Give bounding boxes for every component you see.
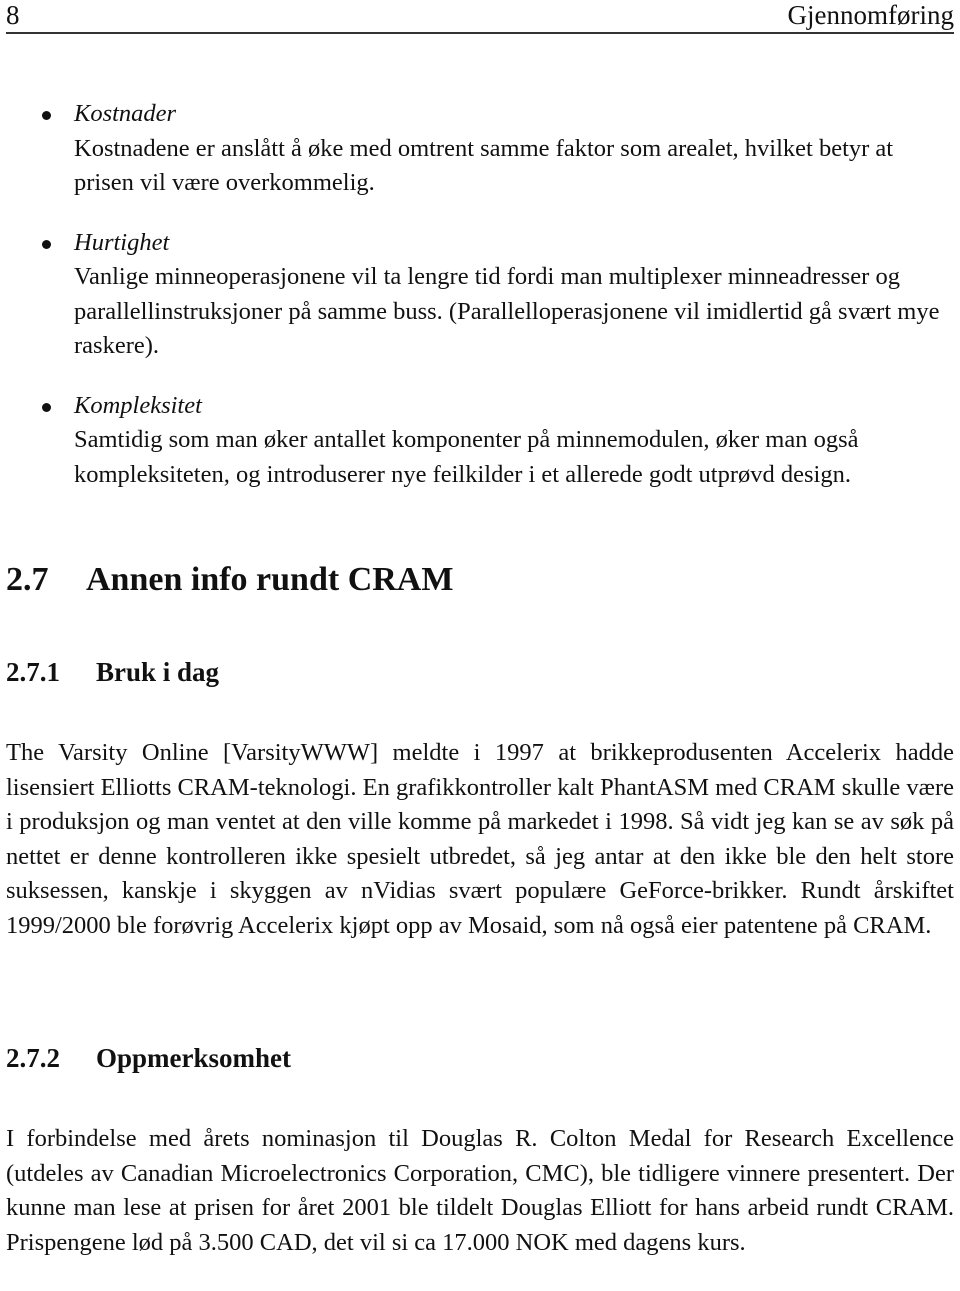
list-item: Kompleksitet Samtidig som man øker antal… <box>6 389 954 493</box>
subsection-heading: 2.7.2 Oppmerksomhet <box>6 1042 291 1074</box>
list-item-term: Kostnader <box>74 100 177 127</box>
subsection-title: Oppmerksomhet <box>96 1043 291 1073</box>
list-item-text: Kostnadene er anslått å øke med omtrent … <box>74 134 894 197</box>
running-header: 8 Gjennomføring <box>6 0 954 34</box>
list-item-text: Samtidig som man øker antallet komponent… <box>74 426 859 488</box>
section-number: 2.7 <box>6 561 49 598</box>
subsection-number: 2.7.2 <box>6 1043 60 1073</box>
bullet-icon <box>42 111 51 120</box>
subsection-heading: 2.7.1 Bruk i dag <box>6 656 219 688</box>
list-item-text: Vanlige minneoperasjonene vil ta lengre … <box>74 263 940 359</box>
chapter-title: Gjennomføring <box>787 0 954 30</box>
section-title: Annen info rundt CRAM <box>86 561 454 598</box>
list-item-term: Kompleksitet <box>74 391 202 419</box>
bullet-list: Kostnader Kostnadene er anslått å øke me… <box>6 97 954 517</box>
bullet-icon <box>42 402 51 412</box>
section-heading: 2.7 Annen info rundt CRAM <box>6 560 453 600</box>
body-paragraph: The Varsity Online [VarsityWWW] meldte i… <box>6 739 954 939</box>
list-item: Hurtighet Vanlige minneoperasjonene vil … <box>6 226 954 364</box>
body-paragraph: I forbindelse med årets nominasjon til D… <box>6 1125 954 1256</box>
bullet-icon <box>42 239 51 249</box>
list-item: Kostnader Kostnadene er anslått å øke me… <box>6 97 954 201</box>
subsection-number: 2.7.1 <box>6 657 60 687</box>
subsection-title: Bruk i dag <box>96 657 220 687</box>
list-item-term: Hurtighet <box>74 228 170 256</box>
page-number: 8 <box>6 0 20 30</box>
